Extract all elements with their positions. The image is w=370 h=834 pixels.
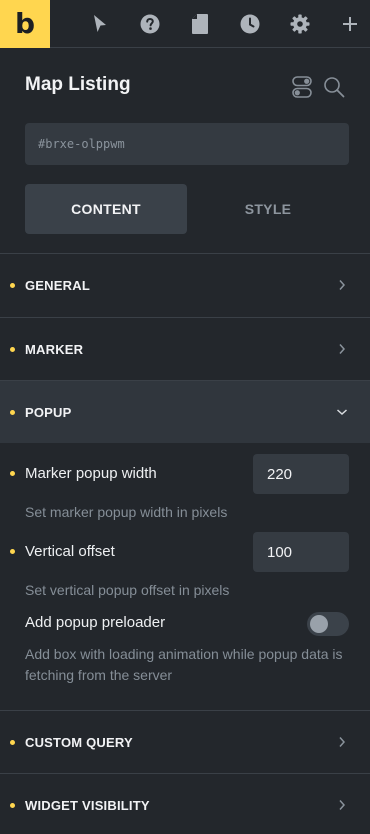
vertical-offset-description: Set vertical popup offset in pixels: [25, 582, 230, 598]
section-popup[interactable]: POPUP: [0, 380, 370, 443]
modified-indicator: [10, 409, 15, 415]
modified-indicator: [10, 282, 15, 288]
section-label: WIDGET VISIBILITY: [25, 797, 150, 813]
section-custom-query[interactable]: CUSTOM QUERY: [0, 710, 370, 773]
plus-icon[interactable]: [338, 12, 362, 36]
modified-indicator: [10, 471, 15, 476]
search-icon[interactable]: [322, 75, 346, 99]
logo-letter: b: [14, 6, 36, 40]
chevron-right-icon: [336, 736, 348, 748]
help-icon[interactable]: [138, 12, 162, 36]
gear-icon[interactable]: [288, 12, 312, 36]
section-marker[interactable]: MARKER: [0, 317, 370, 380]
section-general[interactable]: GENERAL: [0, 253, 370, 316]
modified-indicator: [10, 346, 15, 352]
tab-content[interactable]: CONTENT: [25, 184, 187, 234]
vertical-offset-input[interactable]: [253, 532, 349, 572]
element-id-input[interactable]: [25, 123, 349, 165]
section-label: CUSTOM QUERY: [25, 734, 133, 750]
cursor-icon[interactable]: [88, 12, 112, 36]
popup-width-input[interactable]: [253, 454, 349, 494]
panel-title: Map Listing: [25, 74, 131, 95]
toggle-knob: [310, 615, 328, 633]
section-label: MARKER: [25, 341, 84, 357]
chevron-right-icon: [336, 343, 348, 355]
chevron-down-icon: [336, 406, 348, 418]
top-toolbar: b: [0, 0, 370, 48]
modified-indicator: [10, 549, 15, 554]
modified-indicator: [10, 739, 15, 745]
chevron-right-icon: [336, 799, 348, 811]
history-icon[interactable]: [238, 12, 262, 36]
popup-width-label: Marker popup width: [25, 465, 157, 482]
section-widget-visibility[interactable]: WIDGET VISIBILITY: [0, 773, 370, 834]
page-icon[interactable]: [188, 12, 212, 36]
bricks-logo[interactable]: b: [0, 0, 50, 48]
chevron-right-icon: [336, 279, 348, 291]
section-label: POPUP: [25, 404, 72, 420]
section-label: GENERAL: [25, 277, 90, 293]
tab-style[interactable]: STYLE: [187, 184, 349, 234]
popup-width-description: Set marker popup width in pixels: [25, 504, 228, 520]
preloader-label: Add popup preloader: [25, 614, 166, 631]
preloader-toggle[interactable]: [307, 612, 349, 636]
vertical-offset-label: Vertical offset: [25, 543, 115, 560]
toggle-settings-icon[interactable]: [290, 75, 314, 99]
modified-indicator: [10, 802, 15, 808]
preloader-description: Add box with loading animation while pop…: [25, 646, 343, 683]
